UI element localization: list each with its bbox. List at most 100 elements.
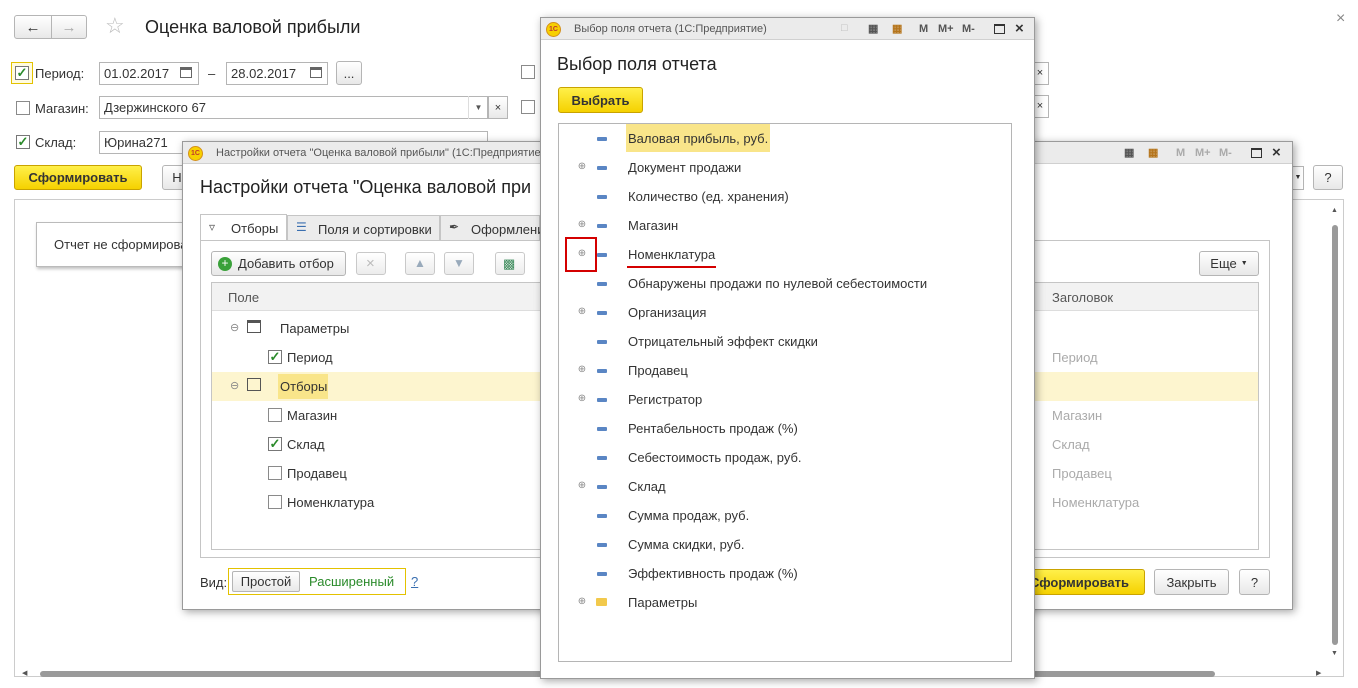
field-icon (597, 427, 607, 431)
expand-icon[interactable]: ⊕ (577, 394, 587, 404)
delete-button[interactable]: × (356, 252, 386, 275)
tree-item[interactable]: Количество (ед. хранения) (559, 182, 1011, 211)
scroll-right-icon[interactable]: ▶ (1316, 669, 1321, 677)
field-icon (597, 311, 607, 315)
row-checkbox[interactable]: ✓ (268, 350, 282, 364)
memory-plus-icon[interactable]: M+ (1195, 147, 1211, 159)
scroll-down-icon[interactable]: ▼ (1331, 650, 1338, 657)
warehouse-checkbox[interactable]: ✓ (16, 135, 30, 149)
tree-item-label: Валовая прибыль, руб. (628, 131, 769, 146)
add-filter-button[interactable]: + Добавить отбор (211, 251, 346, 276)
tree-item[interactable]: ⊕ Склад (559, 472, 1011, 501)
more-button[interactable]: Еще ▼ (1199, 251, 1259, 276)
expand-icon[interactable]: ⊕ (577, 307, 587, 317)
calendar-icon[interactable] (180, 67, 192, 78)
tree-item[interactable]: Эффективность продаж (%) (559, 559, 1011, 588)
row-header: Продавец (1052, 466, 1112, 481)
tree-item[interactable]: ⊕ Номенклатура (559, 240, 1011, 269)
columns-icon: ☰ (296, 220, 307, 234)
back-button[interactable]: ← (14, 15, 52, 39)
row-checkbox[interactable] (268, 466, 282, 480)
close-button[interactable]: Закрыть (1154, 569, 1229, 595)
tree-item[interactable]: Валовая прибыль, руб. (559, 124, 1011, 153)
tree-item[interactable]: ⊕ Документ продажи (559, 153, 1011, 182)
shop-field[interactable]: Дзержинского 67 (99, 96, 488, 119)
document-icon[interactable]: □ (841, 22, 848, 34)
calculator-icon[interactable]: ▦ (1124, 146, 1134, 159)
collapse-icon[interactable]: ⊖ (230, 321, 239, 334)
right-side-checkbox[interactable] (521, 65, 535, 79)
memory-m-icon[interactable]: M (1176, 147, 1185, 159)
close-icon[interactable]: × (1272, 144, 1281, 161)
tree-item-label: Сумма продаж, руб. (628, 508, 750, 523)
tree-item[interactable]: ⊕ Организация (559, 298, 1011, 327)
calculator-icon[interactable]: ▦ (868, 22, 878, 35)
tree-item[interactable]: Рентабельность продаж (%) (559, 414, 1011, 443)
tree-item[interactable]: ⊕ Параметры (559, 588, 1011, 617)
tab-design[interactable]: ✒ Оформлени (440, 215, 544, 241)
view-help-link[interactable]: ? (411, 574, 418, 589)
tab-filters[interactable]: ▿ Отборы (200, 214, 287, 241)
period-checkbox[interactable]: ✓ (15, 66, 29, 80)
tree-item-label: Отрицательный эффект скидки (628, 334, 818, 349)
favorite-star-icon[interactable]: ☆ (105, 13, 125, 39)
help-button[interactable]: ? (1313, 165, 1343, 190)
arrow-right-icon: → (61, 18, 77, 36)
tree-item[interactable]: ⊕ Регистратор (559, 385, 1011, 414)
maximize-icon[interactable] (1251, 148, 1262, 158)
report-status-text: Отчет не сформирова (54, 237, 188, 252)
expand-icon[interactable]: ⊕ (577, 365, 587, 375)
memory-plus-icon[interactable]: M+ (938, 23, 954, 35)
collapse-icon[interactable]: ⊖ (230, 379, 239, 392)
move-down-button[interactable]: ▼ (444, 252, 474, 275)
tree-item[interactable]: Отрицательный эффект скидки (559, 327, 1011, 356)
row-checkbox[interactable] (268, 495, 282, 509)
dropdown-icon[interactable]: ▼ (468, 96, 488, 119)
tree-item[interactable]: Себестоимость продаж, руб. (559, 443, 1011, 472)
expand-icon[interactable]: ⊕ (577, 597, 587, 607)
group-button[interactable]: ▩ (495, 252, 525, 275)
tree-item[interactable]: ⊕ Магазин (559, 211, 1011, 240)
expand-icon[interactable]: ⊕ (577, 481, 587, 491)
tab-fields-sorting[interactable]: ☰ Поля и сортировки (287, 215, 440, 241)
select-button[interactable]: Выбрать (558, 87, 643, 113)
tree-item[interactable]: Обнаружены продажи по нулевой себестоимо… (559, 269, 1011, 298)
calendar-icon[interactable] (310, 67, 322, 78)
calendar-icon[interactable]: ▦ (1148, 146, 1158, 159)
generate-button[interactable]: Сформировать (14, 165, 142, 190)
calendar-icon[interactable]: ▦ (892, 22, 902, 35)
memory-minus-icon[interactable]: M- (1219, 147, 1232, 159)
expand-icon[interactable]: ⊕ (577, 162, 587, 172)
tree-item[interactable]: Сумма продаж, руб. (559, 501, 1011, 530)
vertical-scrollbar[interactable] (1332, 225, 1338, 645)
memory-minus-icon[interactable]: M- (962, 23, 975, 35)
tree-item[interactable]: Сумма скидки, руб. (559, 530, 1011, 559)
maximize-icon[interactable] (994, 24, 1005, 34)
tree-item[interactable]: ⊕ Продавец (559, 356, 1011, 385)
move-up-button[interactable]: ▲ (405, 252, 435, 275)
row-checkbox[interactable]: ✓ (268, 437, 282, 451)
tree-item-label: Себестоимость продаж, руб. (628, 450, 802, 465)
field-icon (597, 253, 607, 257)
view-simple-button[interactable]: Простой (232, 571, 300, 592)
main-close-icon[interactable]: × (1336, 10, 1345, 28)
expand-icon[interactable]: ⊕ (577, 220, 587, 230)
period-select-button[interactable]: ... (336, 61, 362, 85)
arrow-down-icon: ▼ (453, 256, 465, 270)
close-icon[interactable]: × (1015, 20, 1024, 37)
clear-shop-button[interactable]: × (488, 96, 508, 119)
shop-checkbox[interactable] (16, 101, 30, 115)
view-extended-button[interactable]: Расширенный (309, 574, 394, 589)
field-icon (597, 195, 607, 199)
scroll-up-icon[interactable]: ▲ (1331, 207, 1338, 214)
row-checkbox[interactable] (268, 408, 282, 422)
row-label: Номенклатура (287, 495, 375, 510)
right-dropdown-icon[interactable]: ▼ (1292, 166, 1304, 190)
group-icon: ▩ (503, 256, 516, 271)
settings-help-button[interactable]: ? (1239, 569, 1270, 595)
forward-button[interactable]: → (51, 15, 87, 39)
memory-m-icon[interactable]: M (919, 23, 928, 35)
tree-item-label: Продавец (628, 363, 688, 378)
scroll-left-icon[interactable]: ◀ (22, 669, 27, 677)
right-side-checkbox[interactable] (521, 100, 535, 114)
